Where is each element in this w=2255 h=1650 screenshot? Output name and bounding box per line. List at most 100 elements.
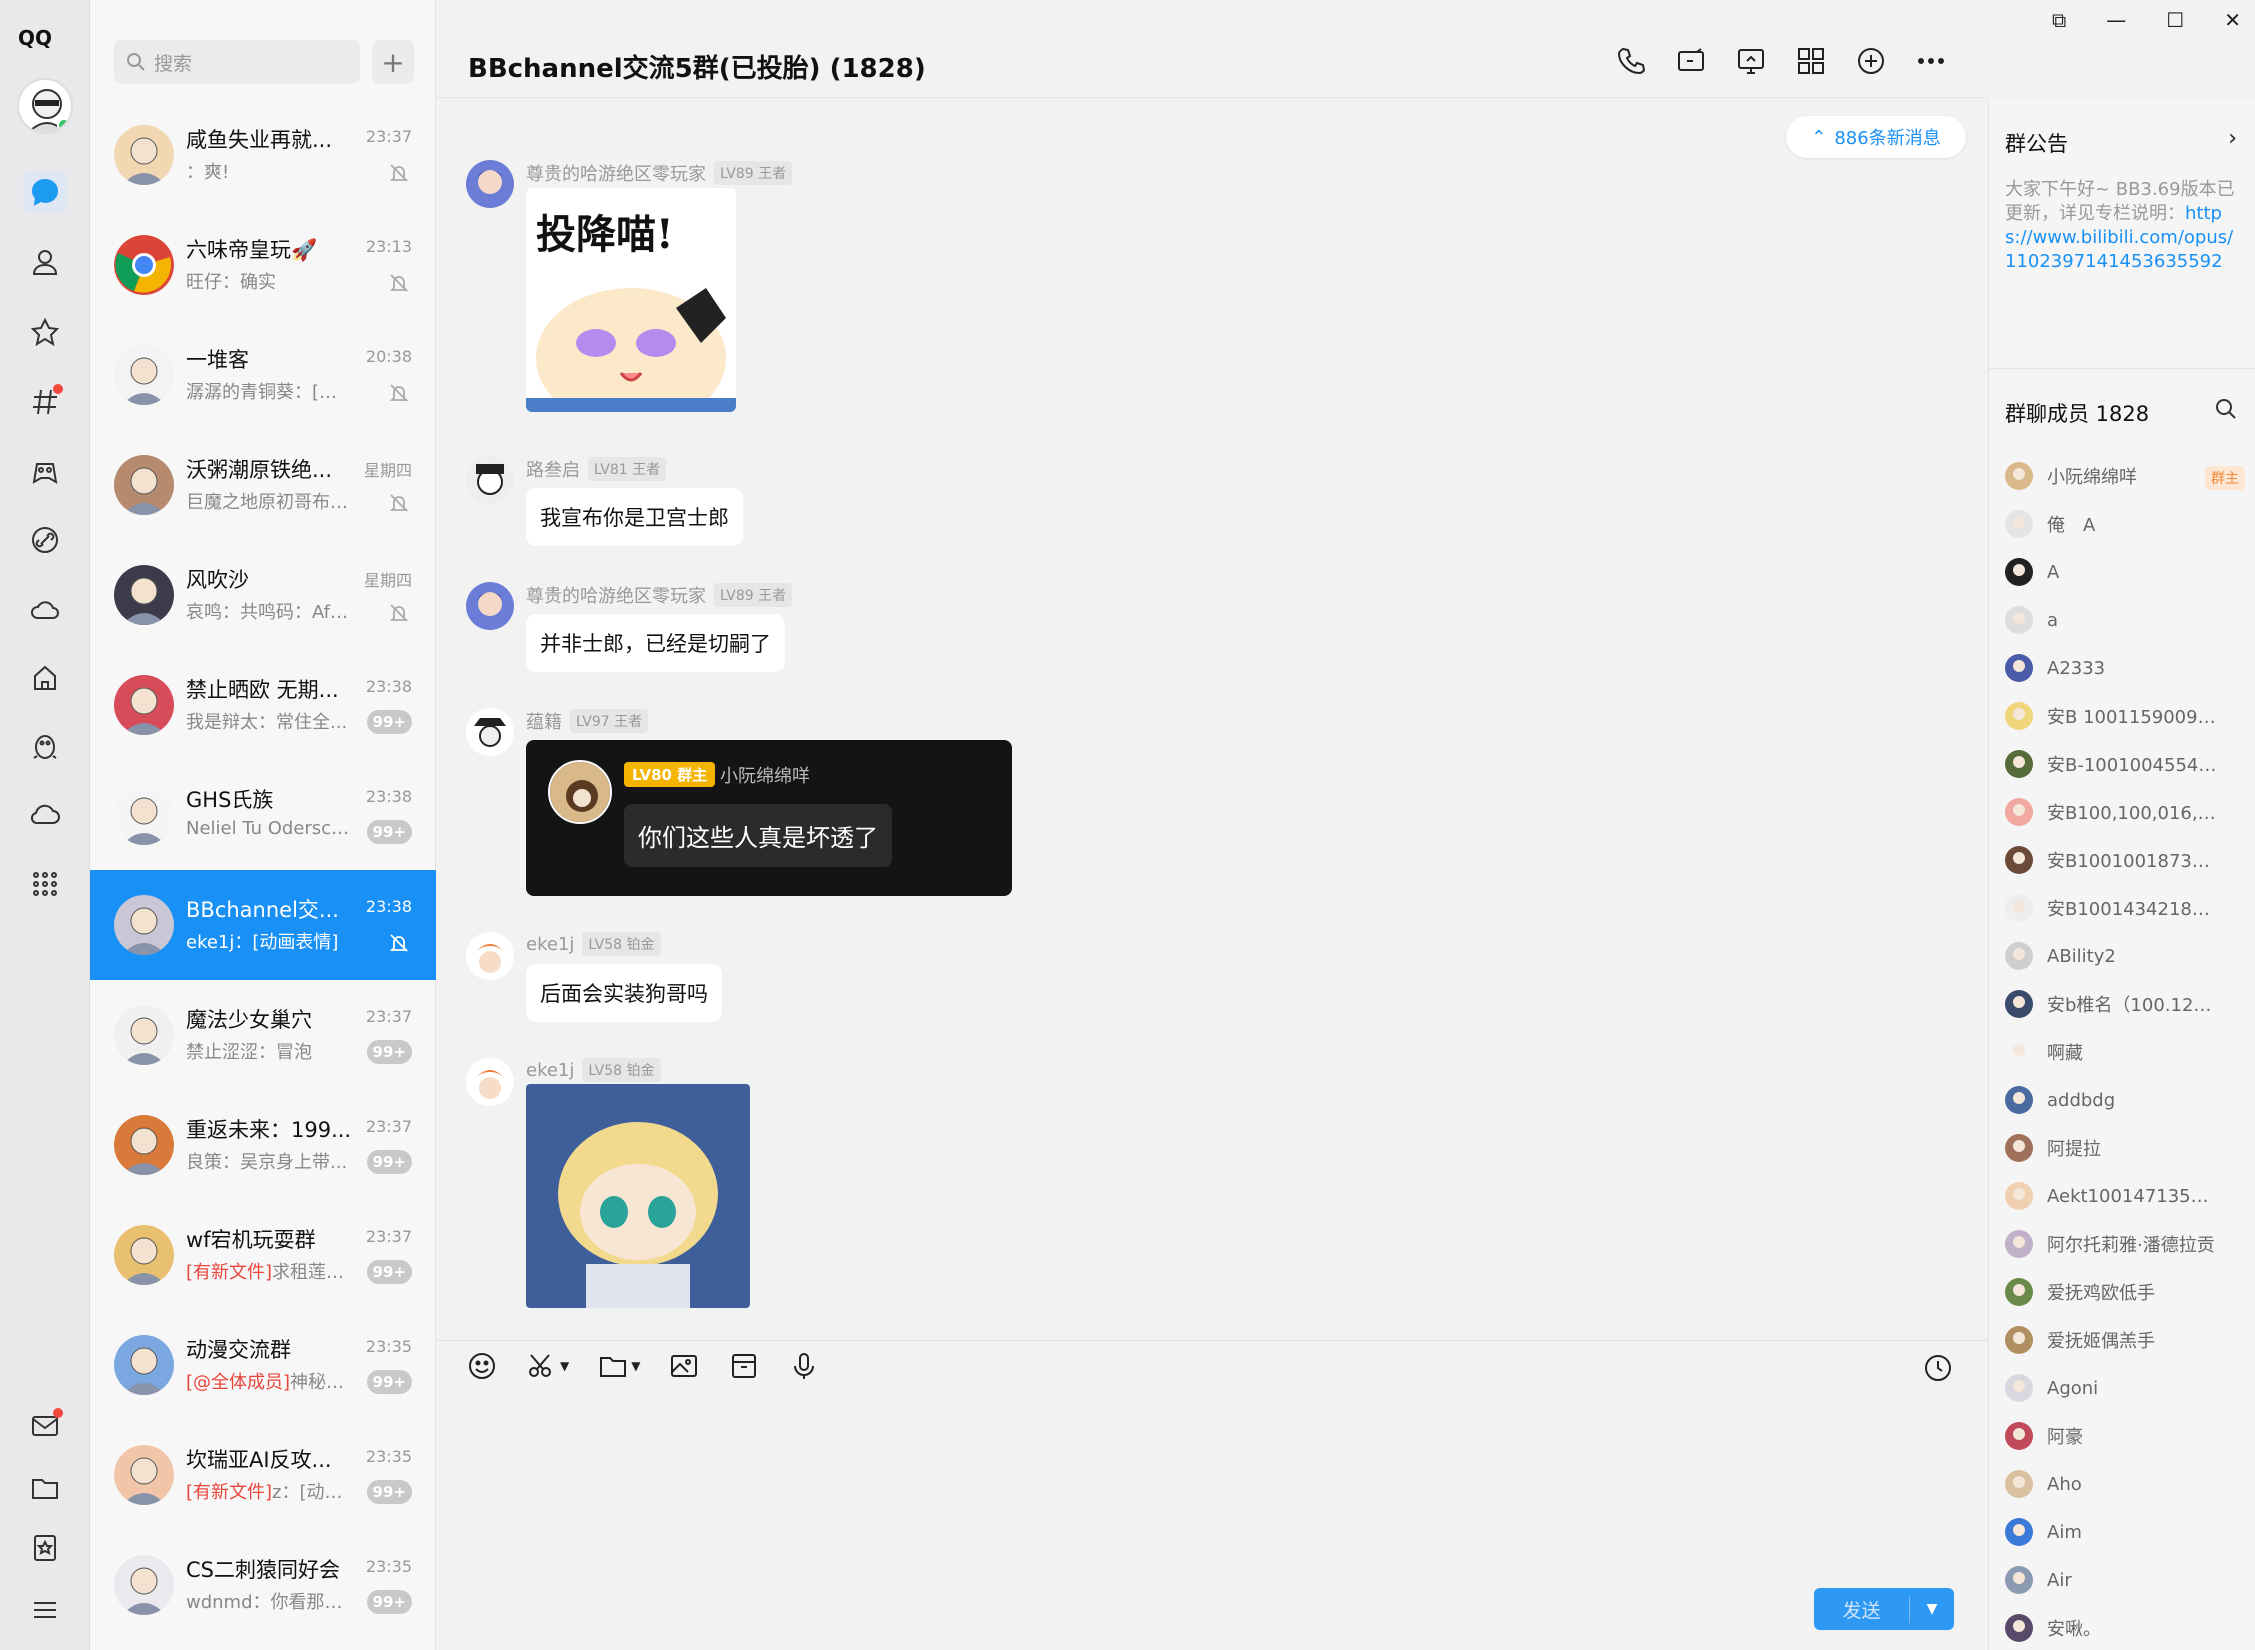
member-item[interactable]: Aim xyxy=(2005,1508,2245,1556)
cloud-icon[interactable] xyxy=(23,792,67,836)
conversation-avatar xyxy=(114,565,174,625)
penguin-icon[interactable] xyxy=(23,724,67,768)
pin-window-icon[interactable]: ⧉ xyxy=(2052,8,2066,32)
conversation-item[interactable]: 六味帝皇玩🚀 23:13 旺仔：确实 xyxy=(90,210,436,320)
sender-avatar[interactable] xyxy=(466,708,514,756)
member-item[interactable]: Aho xyxy=(2005,1460,2245,1508)
shop-icon[interactable] xyxy=(23,656,67,700)
screen-share-icon[interactable] xyxy=(1734,44,1768,78)
menu-icon[interactable] xyxy=(23,1588,67,1632)
conversation-item[interactable]: BBchannel交... 23:38 eke1j：[动画表情] xyxy=(90,870,436,980)
sticker-image[interactable]: 投降喵! xyxy=(526,188,736,412)
message-bubble[interactable]: 后面会实装狗哥吗 xyxy=(526,964,722,1022)
member-item[interactable]: 安B100,100,016,720 xyxy=(2005,788,2245,836)
member-item[interactable]: 安啾。 xyxy=(2005,1604,2245,1650)
member-item[interactable]: 俺 A xyxy=(2005,500,2245,548)
member-item[interactable]: a xyxy=(2005,596,2245,644)
sender-avatar[interactable] xyxy=(466,160,514,208)
conversation-item[interactable]: CS二刺猿同好会 23:35 wdnmd：你看那配色 99+ xyxy=(90,1530,436,1640)
conversation-avatar xyxy=(114,125,174,185)
member-item[interactable]: ABility2 xyxy=(2005,932,2245,980)
bookmark-icon[interactable] xyxy=(23,1526,67,1570)
search-input[interactable]: 搜索 xyxy=(114,40,360,84)
chevron-down-icon[interactable]: ▼ xyxy=(560,1359,569,1373)
video-icon[interactable] xyxy=(1674,44,1708,78)
close-icon[interactable]: ✕ xyxy=(2224,8,2241,32)
more-icon[interactable] xyxy=(1914,44,1948,78)
conversation-item[interactable]: 动漫交流群 23:35 [@全体成员]神秘靓... 99+ xyxy=(90,1310,436,1420)
member-item[interactable]: Agoni xyxy=(2005,1364,2245,1412)
conversation-item[interactable]: 风吹沙 星期四哀鸣：共鸣码：AfQiJA... xyxy=(90,540,436,650)
send-options-chevron-icon[interactable]: ▼ xyxy=(1910,1601,1954,1617)
search-icon[interactable] xyxy=(2215,398,2237,424)
member-item[interactable]: 阿提拉 xyxy=(2005,1124,2245,1172)
add-button[interactable]: + xyxy=(372,40,414,84)
conversation-item[interactable]: 魔法少女巢穴 23:37 禁止涩涩：冒泡 99+ xyxy=(90,980,436,1090)
history-icon[interactable] xyxy=(1922,1352,1954,1388)
message-bubble[interactable]: 我宣布你是卫宫士郎 xyxy=(526,488,743,546)
member-item[interactable]: 阿豪 xyxy=(2005,1412,2245,1460)
new-messages-label: 886条新消息 xyxy=(1834,128,1941,149)
phone-icon[interactable] xyxy=(1614,44,1648,78)
member-item[interactable]: 阿尔托莉雅·潘德拉贡 xyxy=(2005,1220,2245,1268)
channel-icon[interactable] xyxy=(23,380,67,424)
box-icon[interactable] xyxy=(728,1350,760,1382)
member-name: 阿豪 xyxy=(2047,1427,2083,1448)
new-messages-button[interactable]: ⌃ 886条新消息 xyxy=(1786,116,1966,158)
favorite-icon[interactable] xyxy=(23,310,67,354)
scissors-icon[interactable]: ▼ xyxy=(526,1350,569,1382)
member-item[interactable]: 安B-100100455410 xyxy=(2005,740,2245,788)
mail-icon[interactable] xyxy=(23,1404,67,1448)
sender-avatar[interactable] xyxy=(466,456,514,504)
image-icon[interactable] xyxy=(668,1350,700,1382)
maximize-icon[interactable]: ☐ xyxy=(2166,8,2184,32)
conversation-item[interactable]: 坎瑞亚AI反攻... 23:35 [有新文件]z：[动画... 99+ xyxy=(90,1420,436,1530)
member-item[interactable]: 安b椎名（100.123.8... xyxy=(2005,980,2245,1028)
sender-avatar[interactable] xyxy=(466,932,514,980)
member-item[interactable]: 安B 100115900961 ... xyxy=(2005,692,2245,740)
sender-avatar[interactable] xyxy=(466,582,514,630)
member-item[interactable]: 小阮绵绵咩 群主 xyxy=(2005,452,2245,500)
folder-icon[interactable] xyxy=(23,1466,67,1510)
apps-grid-icon[interactable] xyxy=(1794,44,1828,78)
member-item[interactable]: Aekt100147135205 xyxy=(2005,1172,2245,1220)
conversation-item[interactable]: 禁止晒欧 无期... 23:38 我是辩太：常住全... 99+ xyxy=(90,650,436,760)
member-item[interactable]: A2333 xyxy=(2005,644,2245,692)
conversation-item[interactable]: 咸鱼失业再就... 23:37 ：爽! xyxy=(90,100,436,210)
conversation-item[interactable]: GHS氏族 23:38 Neliel Tu Odersch... 99+ xyxy=(90,760,436,870)
conversation-item[interactable]: 沃粥潮原铁绝... 星期四巨魔之地原初哥布林：... xyxy=(90,430,436,540)
conversation-item[interactable]: 一堆客 20:38 潺潺的青铜葵：[图片] xyxy=(90,320,436,430)
emoji-icon[interactable] xyxy=(466,1350,498,1382)
member-item[interactable]: 爱抚姬偶羔手 xyxy=(2005,1316,2245,1364)
send-button[interactable]: 发送 ▼ xyxy=(1814,1588,1954,1630)
weather-icon[interactable] xyxy=(23,588,67,632)
sender-avatar[interactable] xyxy=(466,1058,514,1106)
announcement-text[interactable]: 大家下午好~ BB3.69版本已更新，详见专栏说明：https://www.bi… xyxy=(2005,178,2241,274)
member-item[interactable]: 安B100100187317... xyxy=(2005,836,2245,884)
message-bubble[interactable]: 并非士郎，已经是切嗣了 xyxy=(526,614,785,672)
apps-icon[interactable] xyxy=(23,862,67,906)
folder-icon[interactable]: ▼ xyxy=(597,1350,640,1382)
mic-icon[interactable] xyxy=(788,1350,820,1382)
add-circle-icon[interactable] xyxy=(1854,44,1888,78)
sticker-image[interactable] xyxy=(526,1084,750,1308)
member-item[interactable]: Air xyxy=(2005,1556,2245,1604)
chevron-right-icon[interactable]: › xyxy=(2228,126,2237,151)
user-avatar[interactable] xyxy=(17,78,73,134)
quote-card[interactable]: LV80 群主 小阮绵绵咩 你们这些人真是坏透了 xyxy=(526,740,1012,896)
conversation-item[interactable]: wf宕机玩耍群 23:37 [有新文件]求租莲花... 99+ xyxy=(90,1200,436,1310)
preview-tag: [有新文件] xyxy=(186,1262,273,1283)
minimize-icon[interactable]: — xyxy=(2106,8,2126,32)
chat-icon[interactable] xyxy=(23,170,67,214)
member-item[interactable]: 安B100143421800 ... xyxy=(2005,884,2245,932)
contacts-icon[interactable] xyxy=(23,240,67,284)
member-item[interactable]: A xyxy=(2005,548,2245,596)
member-item[interactable]: addbdg xyxy=(2005,1076,2245,1124)
member-item[interactable]: 啊藏 xyxy=(2005,1028,2245,1076)
chevron-down-icon[interactable]: ▼ xyxy=(631,1359,640,1373)
link-icon[interactable] xyxy=(23,518,67,562)
game-icon[interactable] xyxy=(23,450,67,494)
conversation-item[interactable]: 重返未来：199... 23:37 良策：吴京身上带... 99+ xyxy=(90,1090,436,1200)
conversation-preview: eke1j：[动画表情] xyxy=(186,928,352,954)
member-item[interactable]: 爱抚鸡欧低手 xyxy=(2005,1268,2245,1316)
